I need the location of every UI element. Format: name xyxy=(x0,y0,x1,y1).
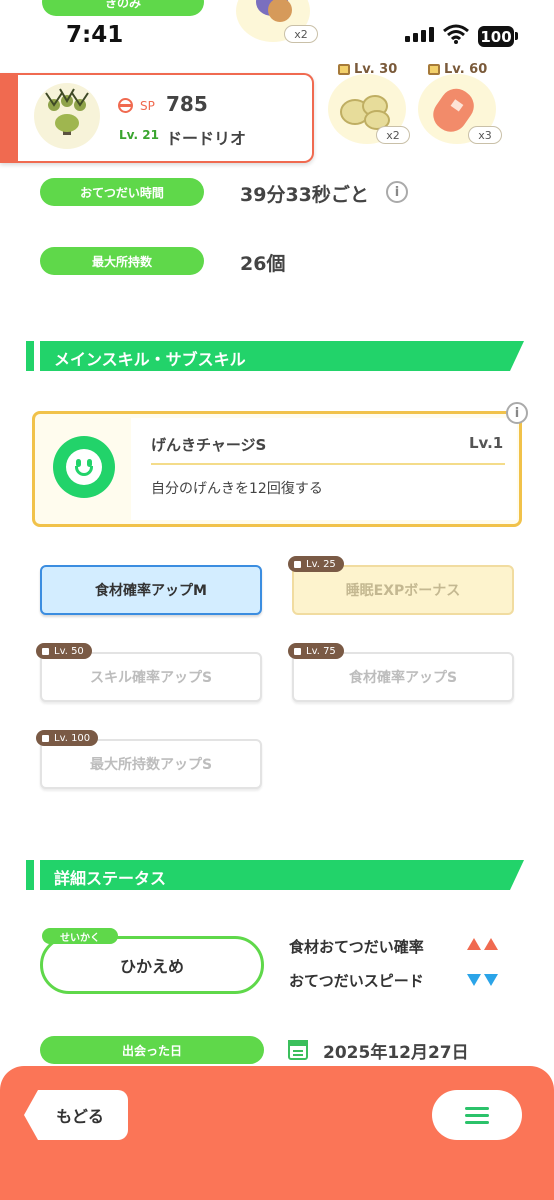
signal-icon xyxy=(405,27,434,42)
ingredient-2-count: x2 xyxy=(376,126,410,144)
nature-effect-up: 食材おてつだい確率 xyxy=(289,938,424,956)
skills-section-header: メインスキル・サブスキル xyxy=(26,341,524,371)
detail-section-header: 詳細ステータス xyxy=(26,860,524,890)
nature-effect-down: おてつだいスピード xyxy=(289,972,424,990)
lock-icon xyxy=(428,64,440,75)
up-arrows-icon xyxy=(464,938,498,950)
sub-skill-3-lock: Lv. 50 xyxy=(36,643,92,659)
ingredient-2-lock: Lv. 30 xyxy=(338,62,397,77)
back-button[interactable]: もどる xyxy=(24,1090,128,1140)
max-carry-value: 26個 xyxy=(240,253,286,275)
ingredient-1-count: x2 xyxy=(284,25,318,43)
mushroom-icon xyxy=(256,0,292,22)
menu-icon xyxy=(465,1106,489,1110)
sub-skill-4[interactable]: 食材確率アップS xyxy=(292,652,514,702)
met-date-value: 2025年12月27日 xyxy=(323,1043,469,1063)
max-carry-label: 最大所持数 xyxy=(40,247,204,275)
sp-label: SP xyxy=(140,99,155,113)
sub-skill-1[interactable]: 食材確率アップM xyxy=(40,565,262,615)
nature-tag: せいかく xyxy=(42,928,118,944)
lock-icon xyxy=(42,647,49,655)
sub-skill-2[interactable]: 睡眠EXPボーナス xyxy=(292,565,514,615)
soybean-icon xyxy=(340,95,390,130)
battery-icon: 100 xyxy=(478,26,514,47)
wifi-icon xyxy=(443,24,469,44)
skills-section-title: メインスキル・サブスキル xyxy=(54,350,246,369)
menu-button[interactable] xyxy=(432,1090,522,1140)
calendar-icon xyxy=(288,1040,308,1060)
smile-icon xyxy=(53,436,115,498)
ingredient-3-count: x3 xyxy=(468,126,502,144)
main-skill-card[interactable]: げんきチャージS Lv.1 自分のげんきを12回復する xyxy=(32,411,522,527)
pokemon-level: Lv. 21 xyxy=(119,128,159,142)
pokeball-icon xyxy=(118,98,133,113)
pokemon-name: ドードリオ xyxy=(166,129,247,148)
main-skill-name: げんきチャージS xyxy=(151,436,267,454)
info-icon[interactable]: i xyxy=(386,181,408,203)
sp-value: 785 xyxy=(166,92,208,116)
help-time-value: 39分33秒ごと xyxy=(240,184,369,206)
dodrio-icon xyxy=(45,88,89,135)
sub-skill-5[interactable]: 最大所持数アップS xyxy=(40,739,262,789)
ingredient-3-lock: Lv. 60 xyxy=(428,62,487,77)
main-skill-description: 自分のげんきを12回復する xyxy=(151,481,323,497)
sub-skill-3[interactable]: スキル確率アップS xyxy=(40,652,262,702)
lock-icon xyxy=(294,560,301,568)
nature-box[interactable]: ひかえめ xyxy=(40,936,264,994)
lock-icon xyxy=(294,647,301,655)
skill-info-icon[interactable]: i xyxy=(506,402,528,424)
status-time: 7:41 xyxy=(66,22,124,48)
help-time-label: おてつだい時間 xyxy=(40,178,204,206)
met-date-label: 出会った日 xyxy=(40,1036,264,1064)
pokemon-avatar xyxy=(34,83,100,149)
sub-skill-2-lock: Lv. 25 xyxy=(288,556,344,572)
main-skill-level: Lv.1 xyxy=(469,434,504,452)
divider xyxy=(151,463,505,465)
lock-icon xyxy=(42,734,49,742)
lock-icon xyxy=(338,64,350,75)
sub-skill-5-lock: Lv. 100 xyxy=(36,730,99,746)
battery-tip xyxy=(515,32,518,40)
pokemon-card[interactable]: SP 785 Lv. 21 ドードリオ xyxy=(0,73,314,163)
berry-label: きのみ xyxy=(42,0,204,16)
sub-skill-4-lock: Lv. 75 xyxy=(288,643,344,659)
down-arrows-icon xyxy=(464,974,498,986)
detail-section-title: 詳細ステータス xyxy=(54,869,167,888)
